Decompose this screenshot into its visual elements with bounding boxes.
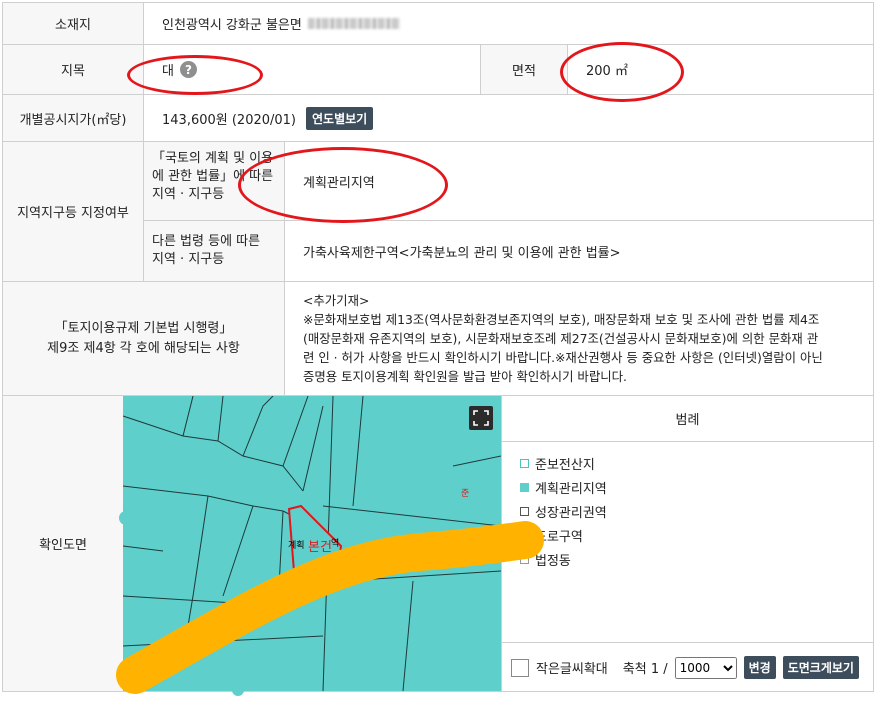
highlighter-stroke <box>116 511 544 696</box>
